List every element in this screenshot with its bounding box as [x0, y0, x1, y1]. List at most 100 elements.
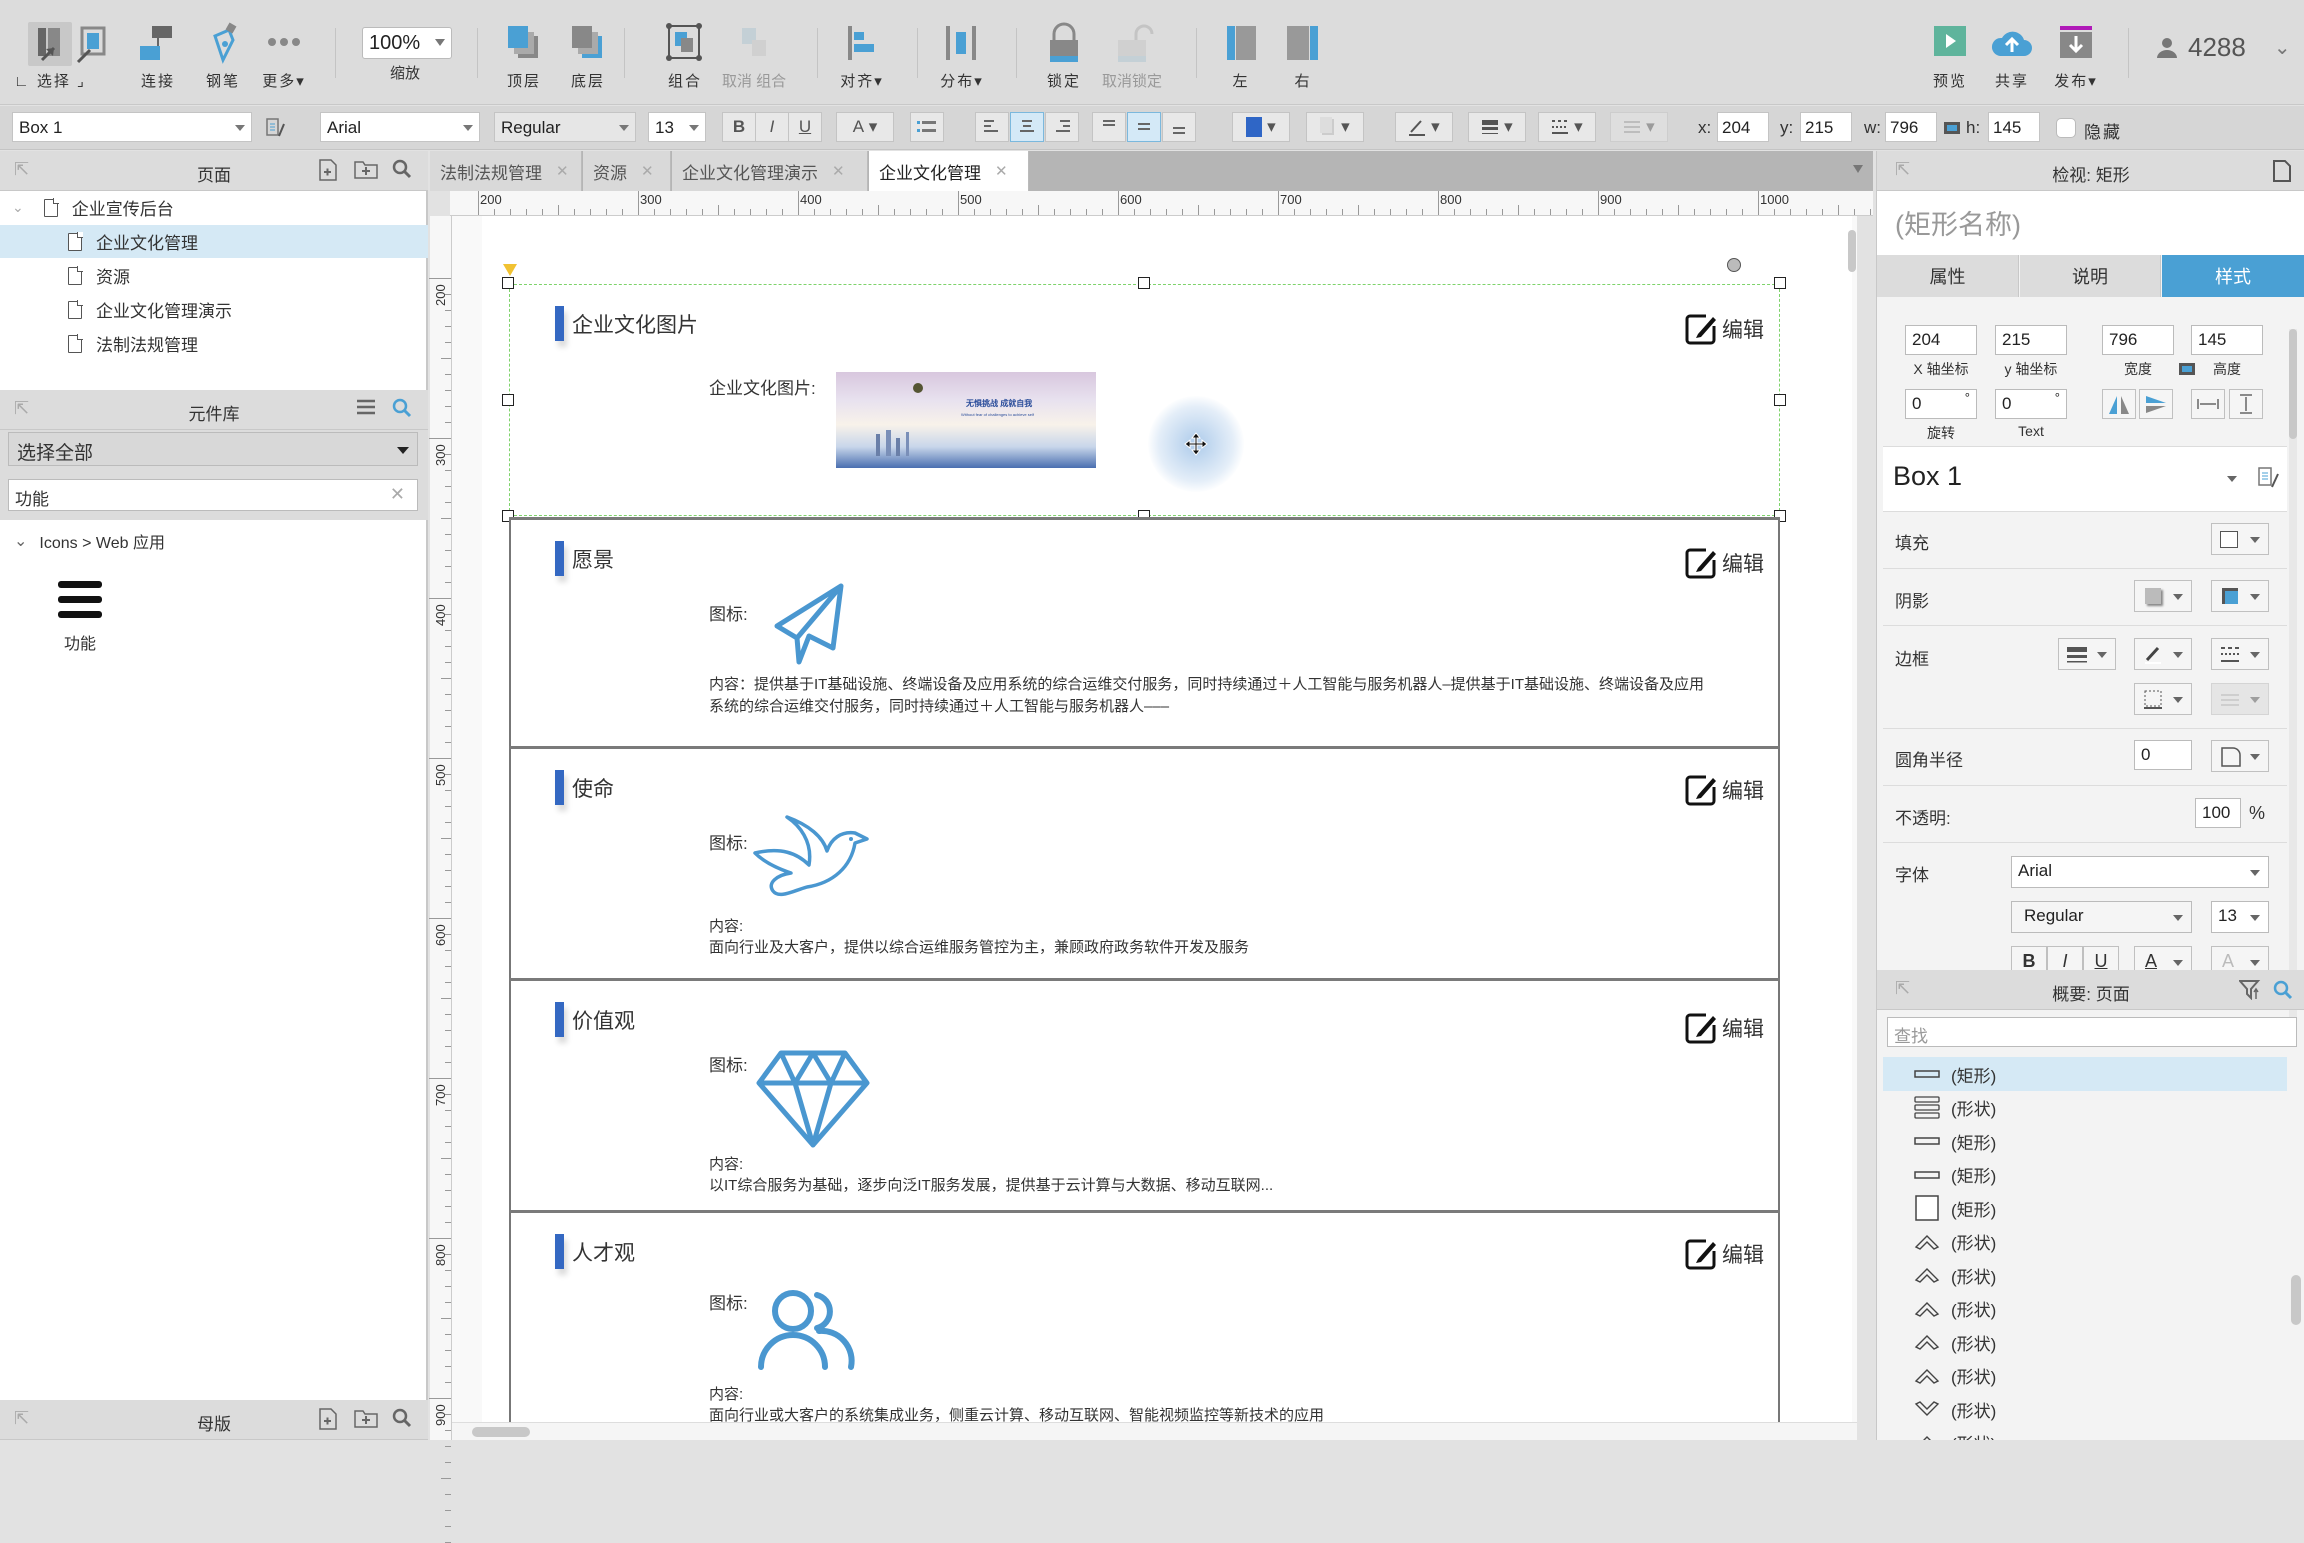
- search-icon[interactable]: [2273, 980, 2293, 1005]
- inspector-font-family-select[interactable]: Arial: [2011, 856, 2269, 888]
- design-canvas[interactable]: 企业文化图片 编辑 企业文化图片: 无惧挑战 成就自我 Without fear…: [452, 216, 1857, 1425]
- distribute-button[interactable]: 分布▾: [940, 22, 984, 91]
- preview-button[interactable]: 预览: [1928, 22, 1972, 91]
- resize-handle[interactable]: [1138, 277, 1150, 289]
- search-icon[interactable]: [392, 398, 412, 424]
- tab-properties[interactable]: 属性: [1877, 255, 2019, 297]
- y-coordinate-input[interactable]: 215: [1995, 325, 2067, 355]
- select-contained-button[interactable]: [70, 22, 114, 66]
- inner-shadow-dropdown[interactable]: [2211, 580, 2269, 612]
- chevron-down-icon[interactable]: ⌄: [12, 199, 24, 216]
- rotate-handle[interactable]: [1727, 258, 1741, 272]
- height-input[interactable]: 145: [2191, 325, 2263, 355]
- resize-handle[interactable]: [1774, 277, 1786, 289]
- corner-radius-handle[interactable]: [503, 264, 517, 276]
- font-size-select[interactable]: 13: [648, 112, 706, 142]
- inspector-scrollbar-thumb[interactable]: [2289, 329, 2297, 439]
- add-folder-icon[interactable]: [354, 1408, 378, 1434]
- mission-section[interactable]: 使命 编辑 图标: 内容: 面向行业及大客户，提供以综合运维服务管控为主，兼顾政…: [509, 749, 1780, 980]
- outline-search-input[interactable]: 查找: [1887, 1017, 2297, 1047]
- share-button[interactable]: 共享: [1990, 22, 2034, 91]
- page-item[interactable]: 企业文化管理演示: [0, 293, 428, 326]
- width-input[interactable]: 796: [2102, 325, 2174, 355]
- outline-item[interactable]: (矩形): [1883, 1124, 2287, 1158]
- filter-icon[interactable]: [2237, 980, 2261, 1005]
- page-notes-icon[interactable]: [2273, 160, 2291, 187]
- user-account-menu[interactable]: 4288 ⌄: [2156, 32, 2291, 63]
- inspector-scrollbar[interactable]: [2289, 329, 2297, 1019]
- page-tree-root[interactable]: ⌄ 企业宣传后台: [0, 191, 428, 224]
- library-widget[interactable]: 功能: [50, 579, 110, 654]
- outline-item[interactable]: (矩形): [1883, 1191, 2287, 1225]
- edit-button[interactable]: 编辑: [1684, 773, 1764, 807]
- w-input[interactable]: 796: [1885, 112, 1937, 142]
- bring-to-front-button[interactable]: 顶层: [502, 22, 546, 91]
- shadow-button[interactable]: ▾: [1306, 112, 1364, 142]
- right-panel-toggle[interactable]: 右: [1281, 22, 1325, 91]
- outline-item[interactable]: (形状): [1883, 1091, 2287, 1125]
- more-tools-button[interactable]: 更多▾: [262, 22, 306, 91]
- tab-culture-demo[interactable]: 企业文化管理演示 ✕: [672, 151, 868, 191]
- flip-vertical-button[interactable]: [2139, 389, 2173, 419]
- pen-tool-button[interactable]: 钢笔: [201, 22, 245, 91]
- bold-button[interactable]: B: [722, 112, 756, 142]
- font-color-button[interactable]: A ▾: [836, 112, 894, 142]
- arrow-style-dropdown[interactable]: [2211, 683, 2269, 715]
- close-icon[interactable]: ✕: [832, 162, 845, 180]
- fit-height-button[interactable]: [2229, 389, 2263, 419]
- inspector-font-weight-select[interactable]: Regular: [2011, 901, 2192, 933]
- send-to-back-button[interactable]: 底层: [566, 22, 610, 91]
- page-item[interactable]: 法制法规管理: [0, 327, 428, 360]
- library-menu-icon[interactable]: [356, 398, 376, 422]
- valign-bottom-button[interactable]: [1162, 112, 1196, 142]
- outline-item[interactable]: (形状): [1883, 1359, 2287, 1393]
- horizontal-scrollbar-thumb[interactable]: [472, 1427, 530, 1437]
- vertical-scrollbar-thumb[interactable]: [1848, 230, 1856, 272]
- style-select[interactable]: Box 1: [12, 112, 252, 142]
- left-panel-toggle[interactable]: 左: [1219, 22, 1263, 91]
- style-edit-icon[interactable]: [2257, 467, 2279, 494]
- search-icon[interactable]: [392, 159, 412, 185]
- valign-top-button[interactable]: [1092, 112, 1126, 142]
- text-rotation-input[interactable]: 0 °: [1995, 389, 2067, 419]
- clear-search-icon[interactable]: ✕: [390, 484, 405, 505]
- inspector-font-size-select[interactable]: 13: [2211, 901, 2269, 933]
- add-page-icon[interactable]: [318, 159, 338, 187]
- style-edit-icon[interactable]: [265, 118, 285, 138]
- edit-button[interactable]: 编辑: [1684, 1237, 1764, 1271]
- align-button[interactable]: 对齐▾: [840, 22, 884, 91]
- tab-law-management[interactable]: 法制法规管理 ✕: [430, 151, 582, 191]
- talent-section[interactable]: 人才观 编辑 图标: 内容: 面向行业或大客户的系统集成业务，侧重云计算、移动互…: [509, 1213, 1780, 1425]
- line-style-button[interactable]: ▾: [1538, 112, 1596, 142]
- tab-style[interactable]: 样式: [2162, 255, 2304, 297]
- library-search-input[interactable]: 功能 ✕: [8, 479, 418, 511]
- tab-culture-management[interactable]: 企业文化管理 ✕: [869, 151, 1029, 191]
- border-width-dropdown[interactable]: [2058, 638, 2116, 670]
- edit-button[interactable]: 编辑: [1684, 546, 1764, 580]
- font-weight-select[interactable]: Regular: [494, 112, 636, 142]
- library-category[interactable]: ⌄ Icons > Web 应用: [14, 529, 165, 553]
- horizontal-scrollbar[interactable]: [452, 1422, 1857, 1440]
- opacity-input[interactable]: 100: [2195, 798, 2241, 828]
- arrow-style-button[interactable]: ▾: [1610, 112, 1668, 142]
- page-item[interactable]: 企业文化管理: [0, 225, 428, 258]
- line-width-button[interactable]: ▾: [1468, 112, 1526, 142]
- tab-notes[interactable]: 说明: [2020, 255, 2161, 297]
- outline-item[interactable]: (形状): [1883, 1258, 2287, 1292]
- x-coordinate-input[interactable]: 204: [1905, 325, 1977, 355]
- library-select[interactable]: 选择全部: [8, 432, 418, 466]
- publish-button[interactable]: 发布▾: [2054, 22, 2098, 91]
- corner-radius-input[interactable]: 0: [2134, 740, 2192, 770]
- group-button[interactable]: 组合: [663, 22, 707, 91]
- resize-handle[interactable]: [1774, 394, 1786, 406]
- zoom-select[interactable]: 100%: [362, 27, 452, 59]
- rotation-input[interactable]: 0 °: [1905, 389, 1977, 419]
- bullet-list-icon[interactable]: [910, 112, 944, 142]
- outline-item[interactable]: (矩形): [1883, 1158, 2287, 1192]
- x-input[interactable]: 204: [1717, 112, 1769, 142]
- close-icon[interactable]: ✕: [641, 162, 654, 180]
- underline-button[interactable]: U: [788, 112, 822, 142]
- constrain-proportions-icon[interactable]: [1944, 122, 1960, 134]
- align-text-right-button[interactable]: [1045, 112, 1079, 142]
- unlock-button[interactable]: 取消锁定: [1102, 22, 1162, 91]
